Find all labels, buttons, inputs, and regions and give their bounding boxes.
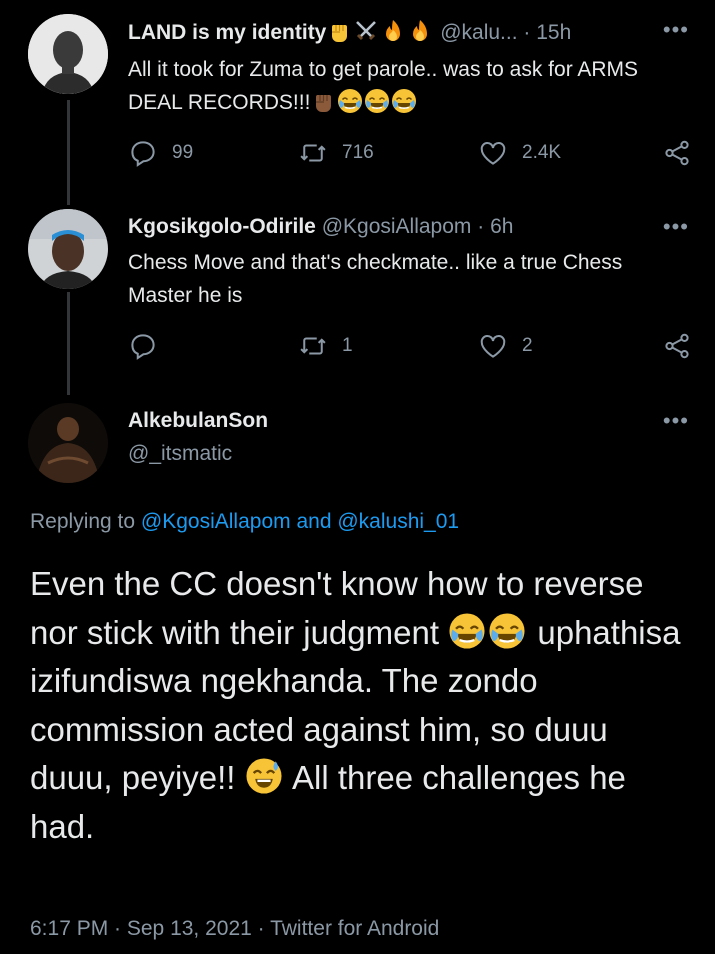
mention-link[interactable]: @kalushi_01	[337, 510, 459, 533]
tweet-actions: 99 716 2.4K	[128, 138, 698, 172]
tweet-header: LAND is my identity @kalu... · 15h	[128, 18, 571, 45]
tweet-text: Chess Move and that's checkmate.. like a…	[128, 251, 623, 307]
tweet-header: AlkebulanSon @_itsmatic	[128, 409, 268, 466]
avatar[interactable]	[28, 403, 108, 483]
reply-icon	[128, 138, 158, 168]
replying-to: Replying to @KgosiAllapom and @kalushi_0…	[30, 510, 459, 534]
reply-count: 99	[172, 142, 194, 163]
like-button[interactable]: 2	[478, 331, 533, 361]
tweet-timestamp[interactable]: 6:17 PM · Sep 13, 2021 · Twitter for And…	[30, 917, 439, 941]
share-button[interactable]	[662, 331, 692, 361]
avatar[interactable]	[28, 209, 108, 289]
focus-tweet-text: Even the CC doesn't know how to reverse …	[30, 565, 681, 845]
like-count: 2	[522, 335, 533, 356]
tears-of-joy-emoji	[337, 88, 363, 114]
raised-fist-emoji	[326, 18, 352, 44]
replying-and[interactable]: and	[296, 510, 331, 533]
replying-prefix: Replying to	[30, 510, 136, 533]
like-icon	[478, 331, 508, 361]
handle[interactable]: @kalu...	[440, 21, 517, 44]
retweet-icon	[298, 138, 328, 168]
tweet-1[interactable]: LAND is my identity @kalu... · 15h ••• A…	[0, 0, 715, 205]
like-button[interactable]: 2.4K	[478, 138, 561, 168]
timestamp[interactable]: · 6h	[477, 215, 513, 238]
reply-button[interactable]	[128, 331, 172, 361]
retweet-count: 1	[342, 335, 353, 356]
timestamp[interactable]: · 15h	[523, 21, 571, 44]
tweet-2[interactable]: Kgosikgolo-Odirile @KgosiAllapom · 6h ••…	[0, 205, 715, 395]
share-icon	[662, 331, 692, 361]
share-icon	[662, 138, 692, 168]
retweet-count: 716	[342, 142, 374, 163]
retweet-button[interactable]: 1	[298, 331, 353, 361]
retweet-icon	[298, 331, 328, 361]
tweet-actions: 1 2	[128, 331, 698, 365]
handle[interactable]: @_itsmatic	[128, 442, 268, 466]
display-name[interactable]: LAND is my identity	[128, 21, 326, 44]
display-name[interactable]: AlkebulanSon	[128, 409, 268, 433]
reply-icon	[128, 331, 158, 361]
retweet-button[interactable]: 716	[298, 138, 374, 168]
tears-of-joy-emoji	[364, 88, 390, 114]
more-options-icon[interactable]: •••	[663, 17, 689, 43]
raised-fist-emoji	[310, 88, 336, 114]
handle[interactable]: @KgosiAllapom	[322, 215, 472, 238]
tears-of-joy-emoji	[488, 612, 526, 650]
mention-link[interactable]: @KgosiAllapom	[141, 510, 291, 533]
more-options-icon[interactable]: •••	[663, 214, 689, 240]
share-button[interactable]	[662, 138, 692, 168]
like-count: 2.4K	[522, 142, 562, 163]
tweet-text: All it took for Zuma to get parole.. was…	[128, 58, 639, 114]
fire-emoji	[380, 18, 406, 44]
crossed-swords-emoji	[353, 18, 379, 44]
reply-button[interactable]: 99	[128, 138, 193, 168]
tweet-header: Kgosikgolo-Odirile @KgosiAllapom · 6h	[128, 215, 513, 239]
tears-of-joy-emoji	[448, 612, 486, 650]
more-options-icon[interactable]: •••	[663, 408, 689, 434]
tears-of-joy-emoji	[391, 88, 417, 114]
display-name[interactable]: Kgosikgolo-Odirile	[128, 215, 316, 238]
like-icon	[478, 138, 508, 168]
fire-emoji	[407, 18, 433, 44]
avatar[interactable]	[28, 14, 108, 94]
grinning-sweat-emoji	[245, 757, 283, 795]
